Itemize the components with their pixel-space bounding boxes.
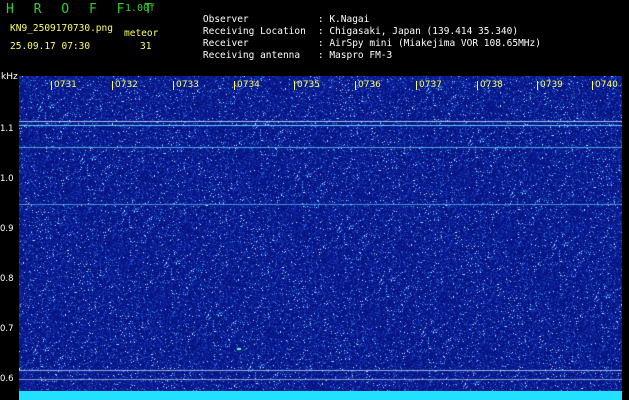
time-tick <box>294 81 295 90</box>
spectrogram-plot <box>19 76 622 400</box>
time-label-0736: 0736 <box>358 80 381 90</box>
time-tick <box>592 81 593 90</box>
freq-label-0.6: 0.6 <box>0 374 14 384</box>
datetime-label: 25.09.17 07:30 <box>10 41 91 52</box>
time-tick <box>477 81 478 90</box>
freq-label-0.8: 0.8 <box>0 274 14 284</box>
version-label: 1.00f <box>125 3 156 14</box>
freq-label-1.1: 1.1 <box>0 124 14 134</box>
time-label-0731: 0731 <box>54 80 77 90</box>
time-label-0739: 0739 <box>540 80 563 90</box>
time-label-0738: 0738 <box>480 80 503 90</box>
time-tick <box>537 81 538 90</box>
time-label-0740: 0740 <box>595 80 618 90</box>
time-tick <box>234 81 235 90</box>
info-key: Receiving antenna <box>202 50 301 61</box>
time-label-0737: 0737 <box>419 80 442 90</box>
time-tick <box>416 81 417 90</box>
meteor-count: 31 <box>140 41 152 52</box>
filename-label: KN9_2509170730.png <box>10 23 113 34</box>
time-label-0732: 0732 <box>115 80 138 90</box>
frequency-unit-label: kHz <box>1 72 18 82</box>
time-tick <box>355 81 356 90</box>
time-label-0735: 0735 <box>297 80 320 90</box>
freq-label-0.7: 0.7 <box>0 324 14 334</box>
info-value: : Maspro FM-3 <box>317 50 393 61</box>
time-label-0734: 0734 <box>237 80 260 90</box>
info-row-antenna: Receiving antenna : Maspro FM-3 <box>180 39 392 72</box>
spectrogram-canvas <box>19 76 622 400</box>
header: H R O F F T 1.00f KN9_2509170730.png 25.… <box>0 0 629 76</box>
time-tick <box>112 81 113 90</box>
time-label-0733: 0733 <box>176 80 199 90</box>
freq-label-0.9: 0.9 <box>0 224 14 234</box>
meteor-label: meteor <box>124 28 159 39</box>
time-tick <box>51 81 52 90</box>
freq-label-1.0: 1.0 <box>0 174 14 184</box>
time-tick <box>173 81 174 90</box>
meteor-detection-bar <box>19 391 622 400</box>
